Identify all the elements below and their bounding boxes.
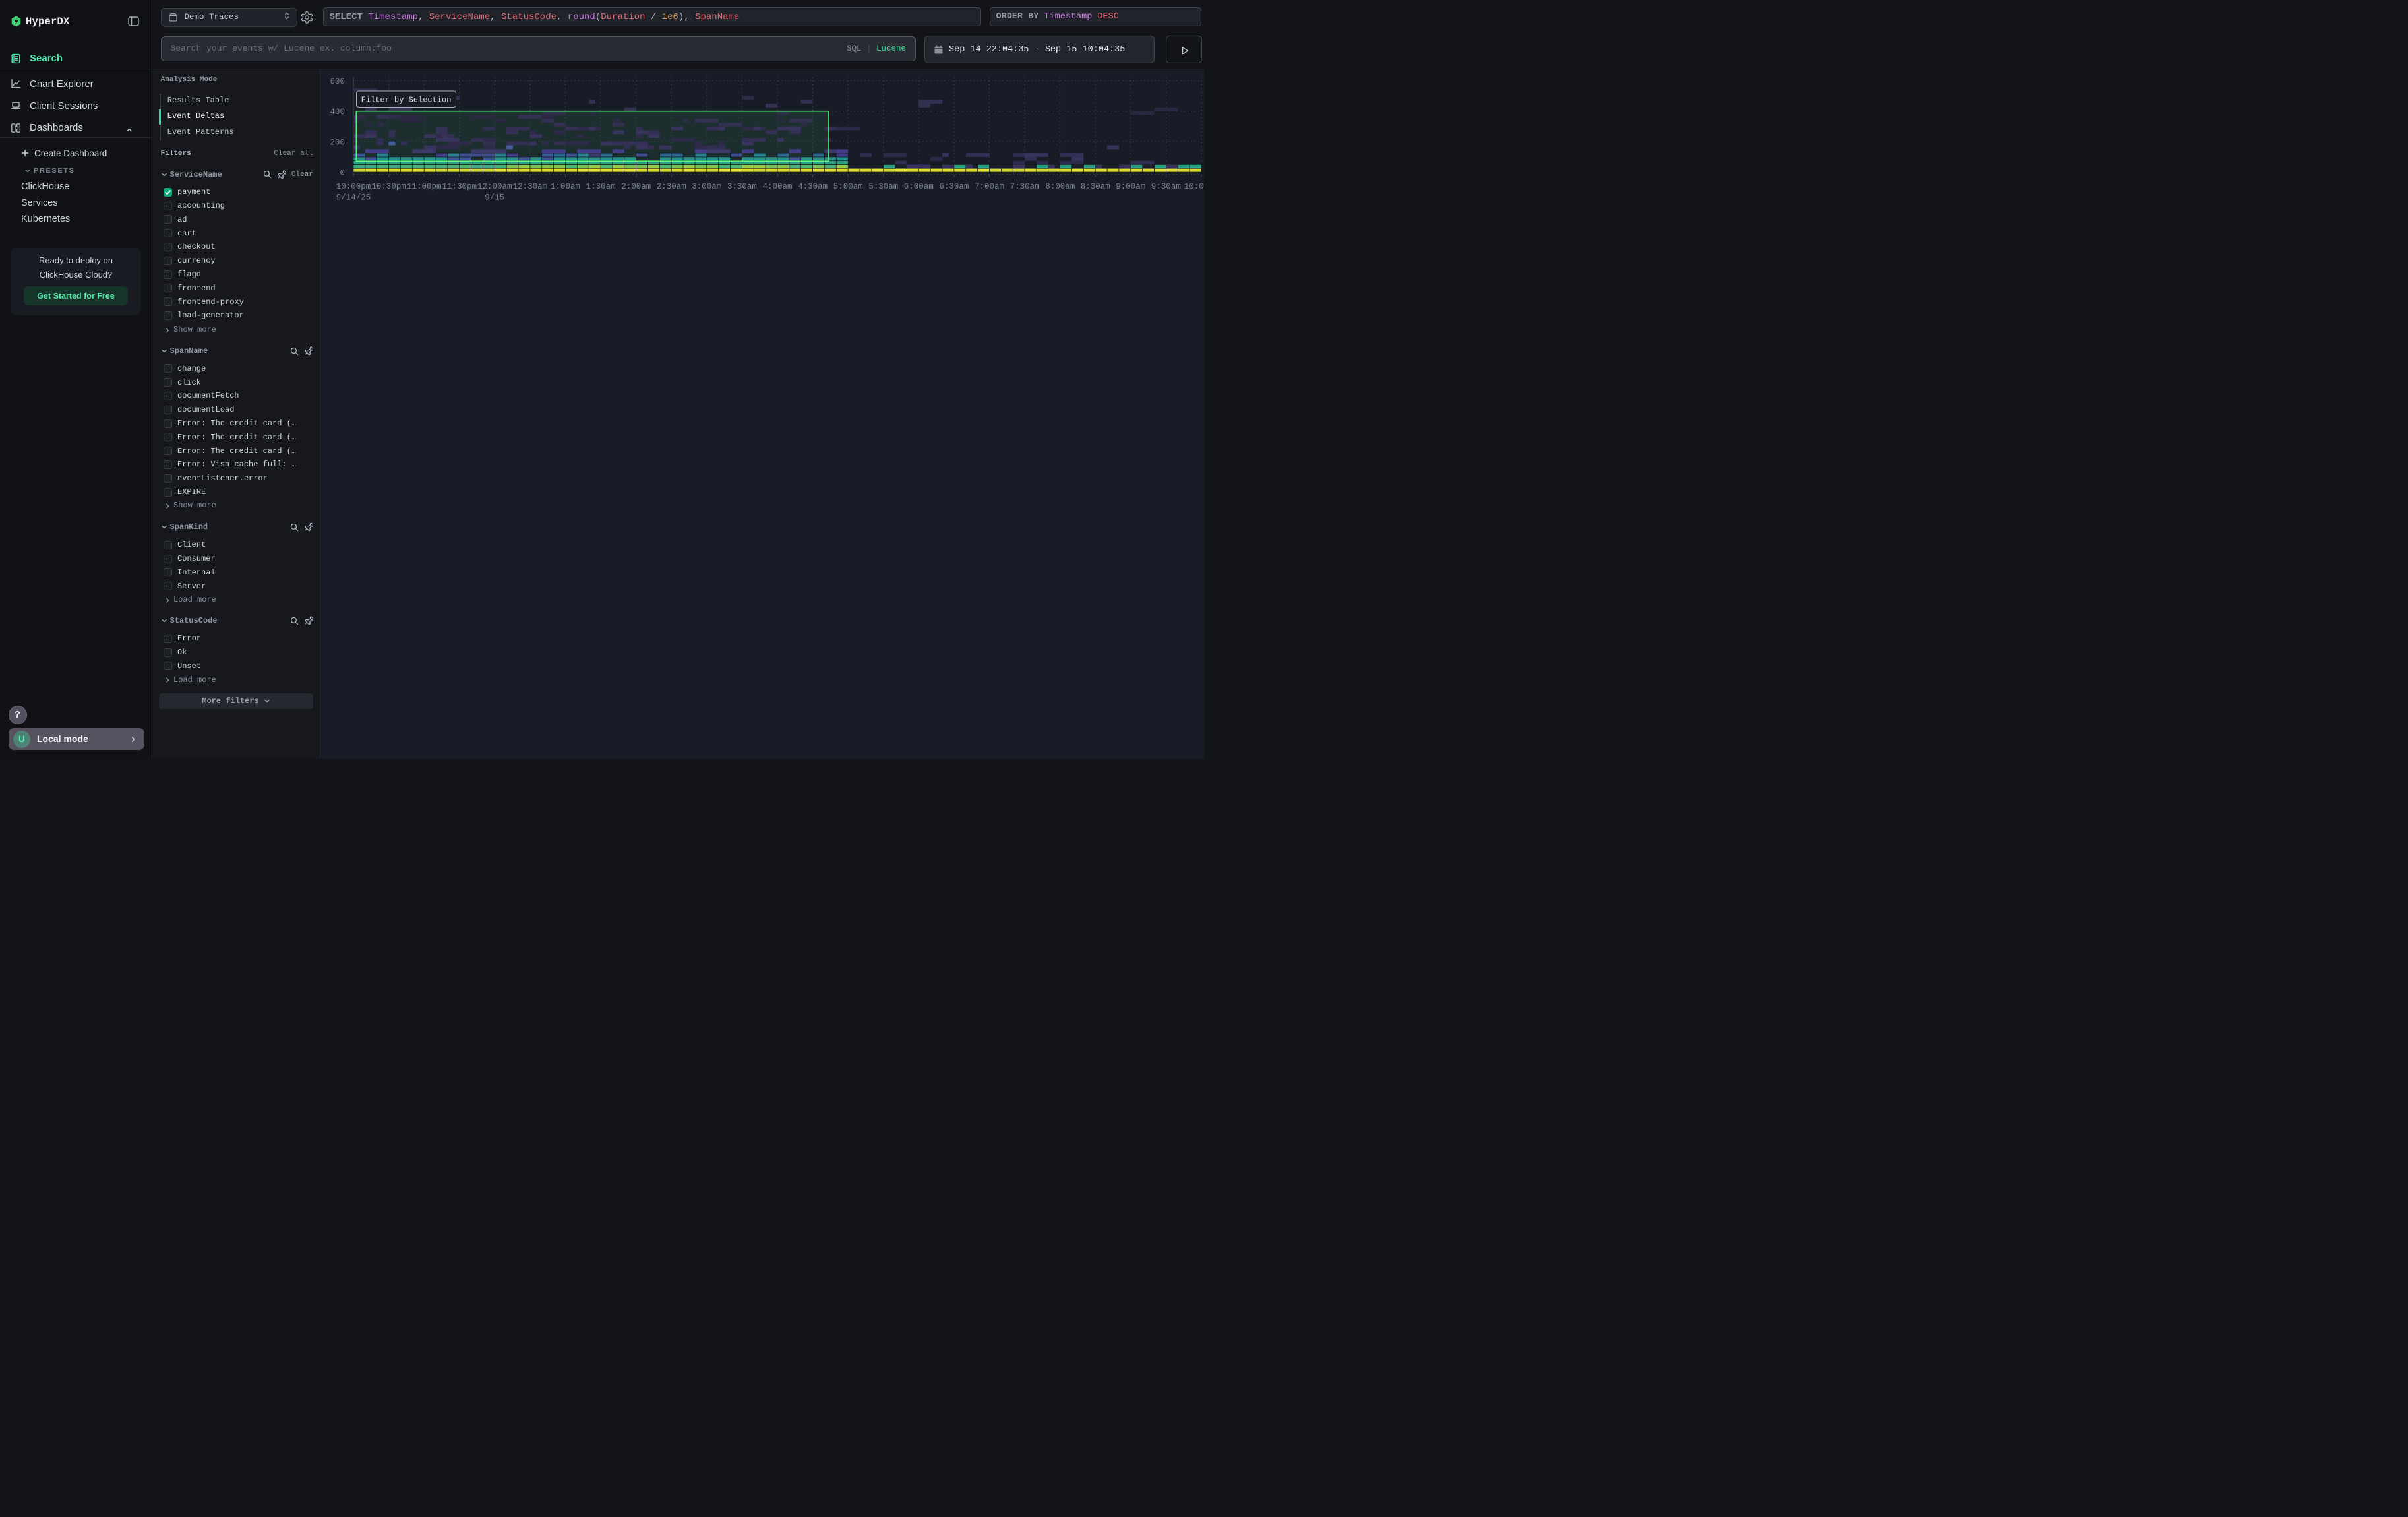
svg-text:4:30am: 4:30am	[798, 182, 828, 191]
svg-text:200: 200	[330, 138, 345, 147]
svg-text:9/14/25: 9/14/25	[336, 193, 371, 202]
svg-text:5:30am: 5:30am	[868, 182, 898, 191]
svg-text:11:30pm: 11:30pm	[442, 182, 477, 191]
svg-text:1:30am: 1:30am	[586, 182, 616, 191]
svg-text:9/15: 9/15	[485, 193, 504, 202]
svg-text:9:00am: 9:00am	[1116, 182, 1145, 191]
svg-text:7:30am: 7:30am	[1010, 182, 1040, 191]
svg-text:3:00am: 3:00am	[692, 182, 721, 191]
svg-text:8:00am: 8:00am	[1045, 182, 1075, 191]
svg-text:1:00am: 1:00am	[551, 182, 580, 191]
svg-text:400: 400	[330, 108, 345, 117]
svg-text:2:30am: 2:30am	[657, 182, 686, 191]
svg-text:8:30am: 8:30am	[1081, 182, 1110, 191]
svg-text:5:00am: 5:00am	[833, 182, 863, 191]
svg-text:4:00am: 4:00am	[762, 182, 792, 191]
svg-text:10:00pm: 10:00pm	[336, 182, 371, 191]
svg-text:9:30am: 9:30am	[1151, 182, 1181, 191]
svg-text:12:30am: 12:30am	[513, 182, 548, 191]
svg-text:6:00am: 6:00am	[904, 182, 934, 191]
svg-text:0: 0	[340, 169, 345, 178]
svg-text:2:00am: 2:00am	[621, 182, 651, 191]
svg-text:600: 600	[330, 77, 345, 86]
svg-text:7:00am: 7:00am	[975, 182, 1004, 191]
svg-text:6:30am: 6:30am	[939, 182, 969, 191]
svg-text:Filter by Selection: Filter by Selection	[361, 96, 452, 105]
svg-text:11:00pm: 11:00pm	[407, 182, 442, 191]
svg-text:10:00am: 10:00am	[1184, 182, 1204, 191]
svg-text:10:30pm: 10:30pm	[371, 182, 406, 191]
svg-text:3:30am: 3:30am	[727, 182, 757, 191]
svg-text:12:00am: 12:00am	[477, 182, 512, 191]
